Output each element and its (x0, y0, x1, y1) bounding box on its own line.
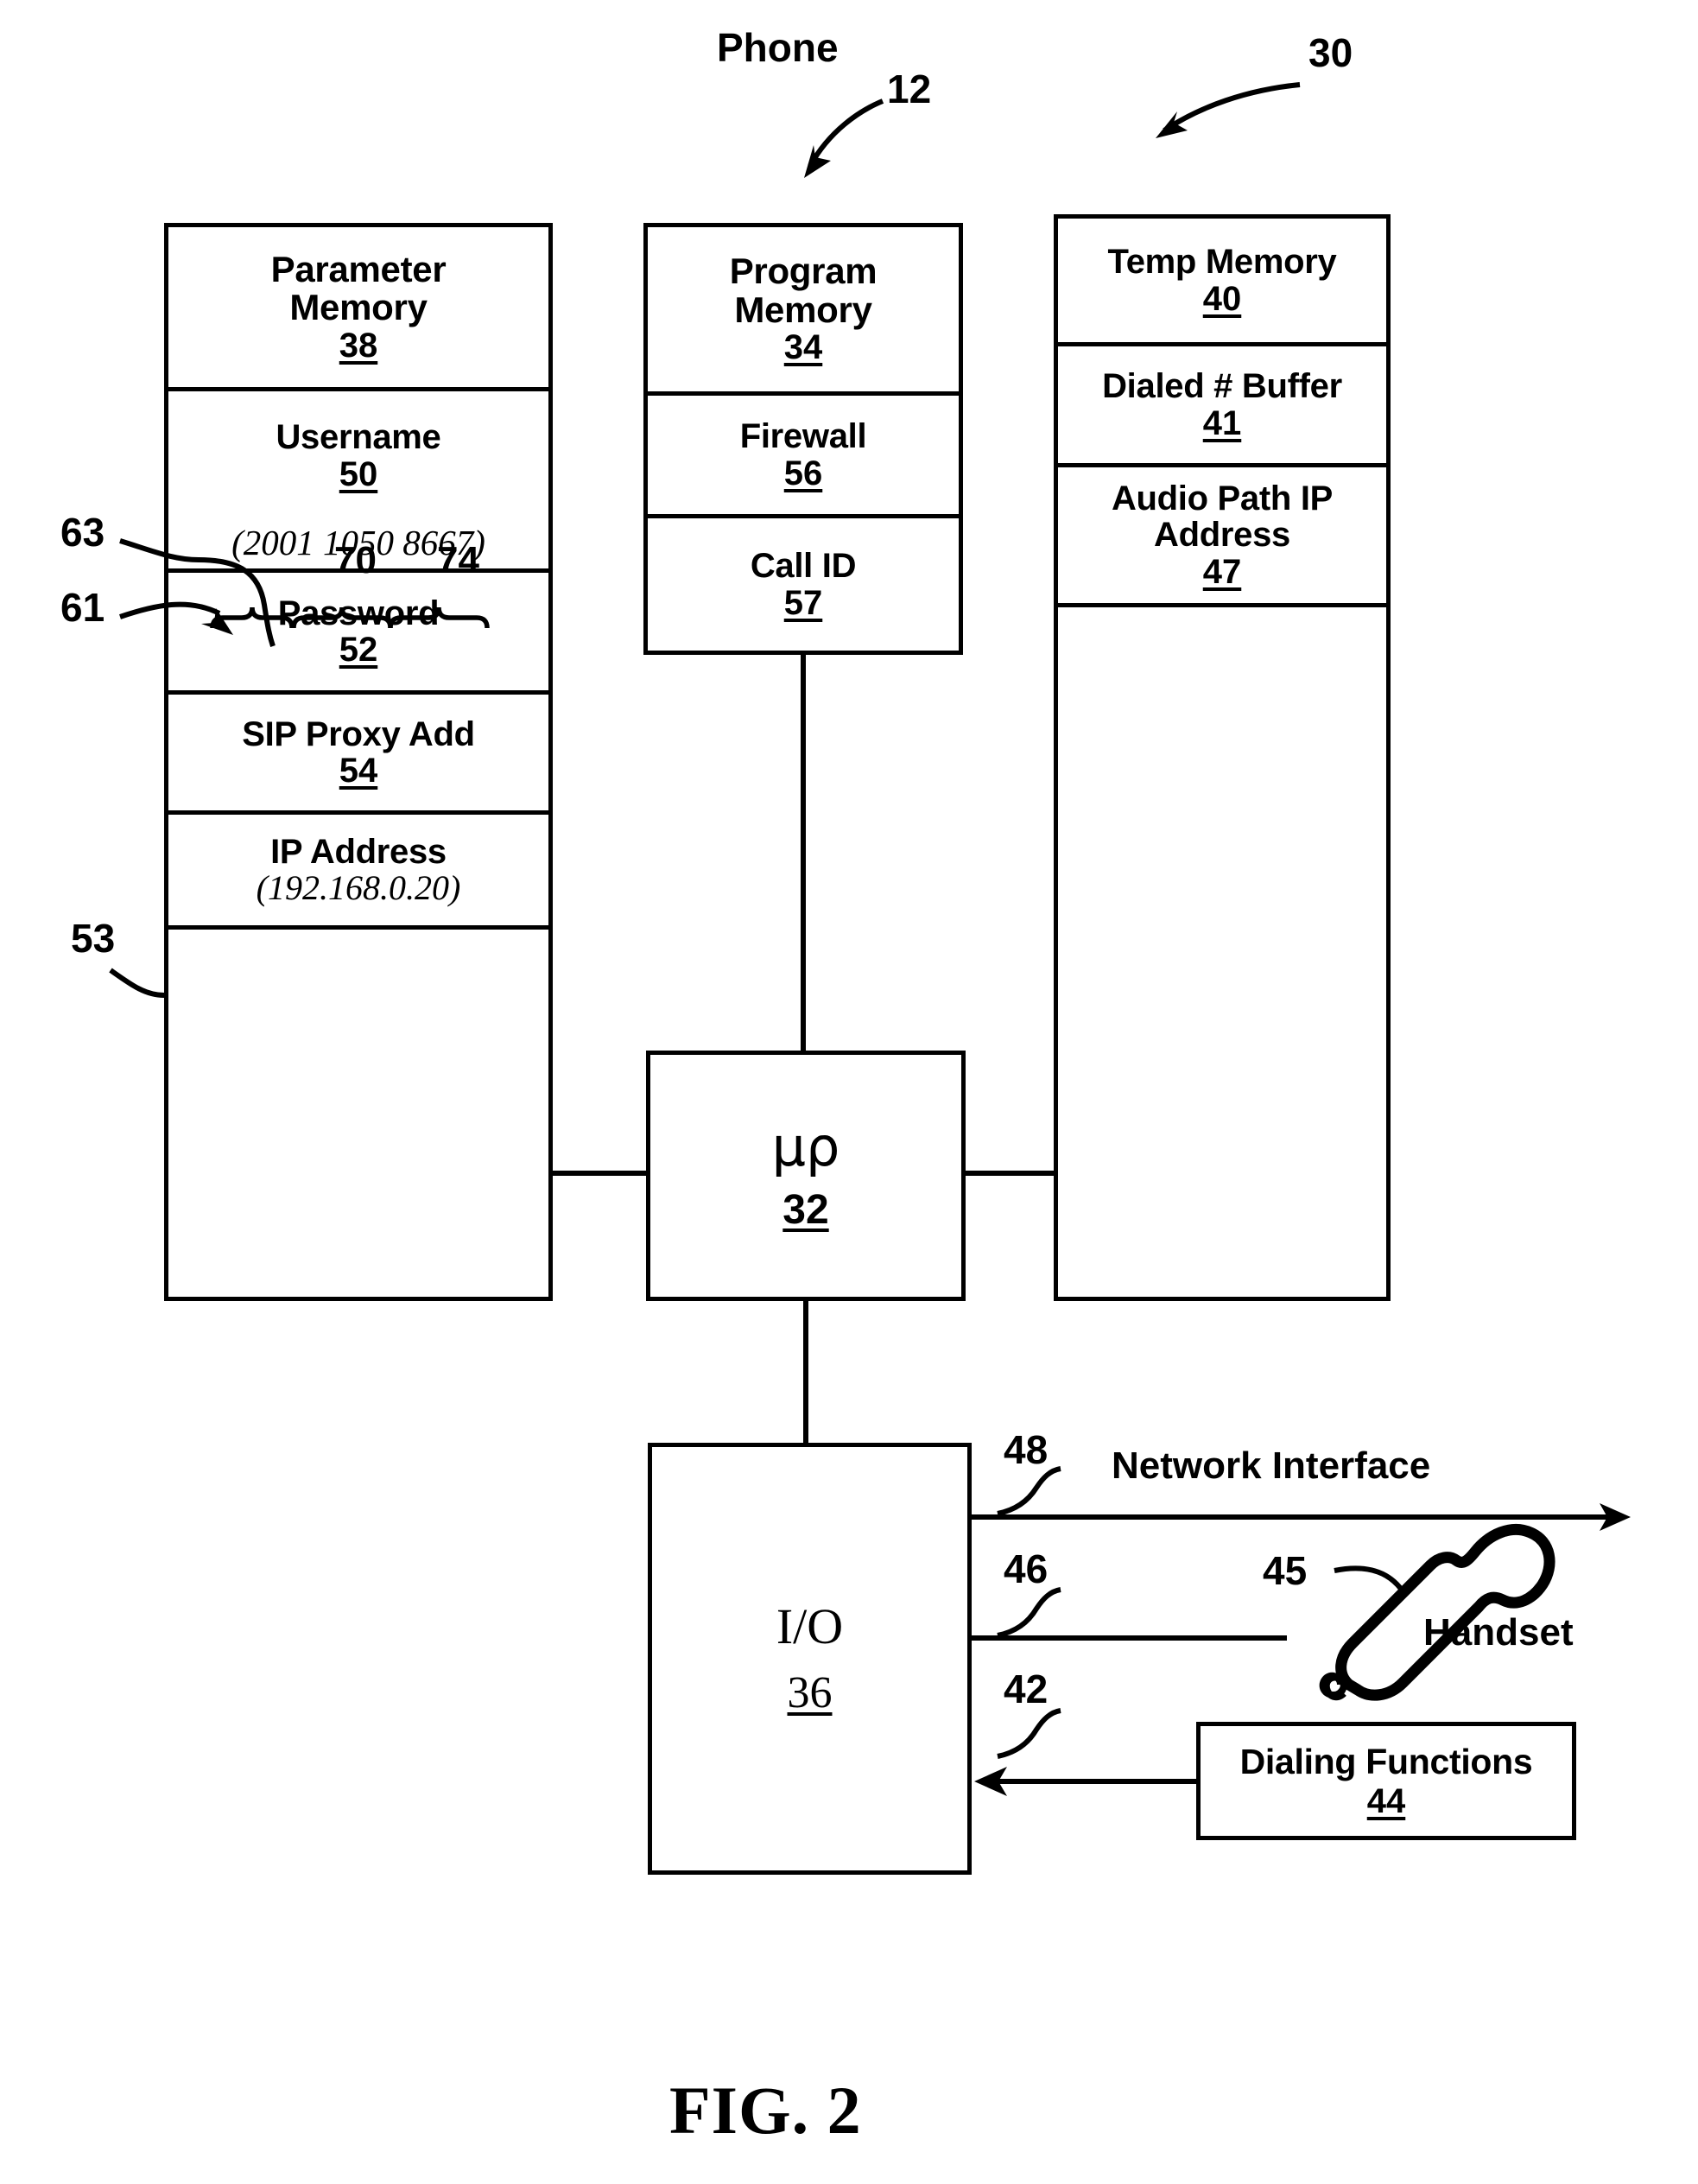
cell-program-memory-title-line2: Memory (734, 289, 872, 330)
io-block: I/O 36 (648, 1443, 972, 1875)
arrowhead-dialing-functions (974, 1767, 1007, 1796)
cell-parameter-memory-title-line2: Memory (289, 287, 428, 328)
temp-memory-column: Temp Memory 40 Dialed # Buffer 41 Audio … (1054, 214, 1391, 1301)
cell-sip-proxy-add-num: 54 (339, 752, 378, 790)
io-symbol: I/O (776, 1598, 844, 1654)
arrowhead-ref-30 (1156, 111, 1188, 138)
handset-cord-icon (1319, 1672, 1347, 1701)
cell-dialed-number-buffer-title: Dialed # Buffer (1102, 367, 1342, 406)
cell-temp-memory-empty (1058, 607, 1386, 1297)
cell-audio-path-ip-line2: Address (1154, 516, 1290, 555)
ref-label-53: 53 (71, 916, 116, 961)
leader-ref-46 (997, 1587, 1061, 1638)
leader-ref-53 (109, 968, 165, 998)
arrowhead-network-interface (1600, 1503, 1631, 1531)
dialing-functions-num: 44 (1366, 1781, 1406, 1820)
cell-program-memory-title-line1: Program (729, 251, 878, 292)
ref-label-45: 45 (1263, 1548, 1308, 1593)
cell-program-memory: Program Memory 34 (648, 227, 959, 396)
cell-audio-path-ip-address: Audio Path IP Address 47 (1058, 467, 1386, 607)
cell-parameter-memory-title-line1: Parameter (270, 248, 447, 289)
cell-call-id-title: Call ID (750, 547, 857, 586)
processor-num: 32 (782, 1187, 829, 1233)
leader-ref-48 (997, 1466, 1061, 1516)
cell-call-id-num: 57 (783, 583, 823, 622)
ref-label-46: 46 (1004, 1546, 1049, 1591)
processor-symbol: μρ (771, 1115, 840, 1178)
parameter-memory-column: Parameter Memory 38 Username 50 (2001 10… (164, 223, 553, 1301)
cell-call-id: Call ID 57 (648, 518, 959, 651)
patent-figure-2: Phone 12 30 Parameter Memory 38 Username… (0, 0, 1698, 2184)
network-interface-label: Network Interface (1112, 1444, 1431, 1487)
ref-label-61: 61 (60, 585, 105, 630)
figure-caption: FIG. 2 (669, 2073, 862, 2148)
brace-ref-74: 74 (437, 539, 479, 581)
cell-parameter-memory-empty (168, 930, 548, 1297)
cell-username-num: 50 (339, 454, 378, 493)
arrow-ref-12 (808, 98, 884, 168)
processor-block: μρ 32 (646, 1051, 966, 1301)
dialing-functions-title: Dialing Functions (1239, 1741, 1533, 1781)
program-memory-column: Program Memory 34 Firewall 56 Call ID 57 (643, 223, 963, 655)
cell-temp-memory-num: 40 (1202, 279, 1242, 318)
cell-parameter-memory-num: 38 (339, 326, 378, 365)
cell-program-memory-num: 34 (783, 328, 823, 367)
cell-ip-address-title: IP Address (270, 832, 447, 871)
io-num: 36 (787, 1668, 833, 1717)
cell-firewall: Firewall 56 (648, 396, 959, 518)
dialing-functions-block: Dialing Functions 44 (1196, 1722, 1576, 1840)
cell-sip-proxy-add-title: SIP Proxy Add (242, 714, 475, 753)
cell-firewall-title: Firewall (739, 417, 867, 456)
cell-temp-memory: Temp Memory 40 (1058, 219, 1386, 346)
ref-label-42: 42 (1004, 1667, 1049, 1711)
leader-ref-42 (997, 1708, 1061, 1759)
cell-password-title: Password (277, 594, 440, 632)
cell-dialed-number-buffer-num: 41 (1202, 403, 1242, 442)
brace-ref-70: 70 (334, 539, 377, 581)
cell-username-title: Username (276, 418, 441, 457)
arrowhead-ref-12 (804, 145, 831, 178)
ref-label-30: 30 (1308, 30, 1353, 75)
cell-firewall-num: 56 (783, 454, 823, 492)
ref-label-63: 63 (60, 510, 105, 555)
cell-dialed-number-buffer: Dialed # Buffer 41 (1058, 346, 1386, 467)
leader-ref-45 (1334, 1565, 1409, 1598)
cell-password-num: 52 (339, 631, 378, 669)
cell-temp-memory-title: Temp Memory (1107, 243, 1337, 282)
cell-ip-address-value: (192.168.0.20) (256, 868, 461, 907)
cell-audio-path-ip-num: 47 (1202, 552, 1242, 591)
arrow-ref-30 (1163, 82, 1301, 133)
cell-ip-address: IP Address (192.168.0.20) (168, 815, 548, 930)
cell-parameter-memory: Parameter Memory 38 (168, 227, 548, 391)
handset-label: Handset (1423, 1611, 1574, 1654)
ref-label-12: 12 (887, 67, 932, 111)
cell-audio-path-ip-line1: Audio Path IP (1111, 479, 1334, 517)
cell-sip-proxy-add: SIP Proxy Add 54 (168, 695, 548, 815)
ref-label-48: 48 (1004, 1427, 1049, 1472)
phone-label: Phone (717, 25, 839, 70)
cell-password: Password 52 (168, 573, 548, 695)
